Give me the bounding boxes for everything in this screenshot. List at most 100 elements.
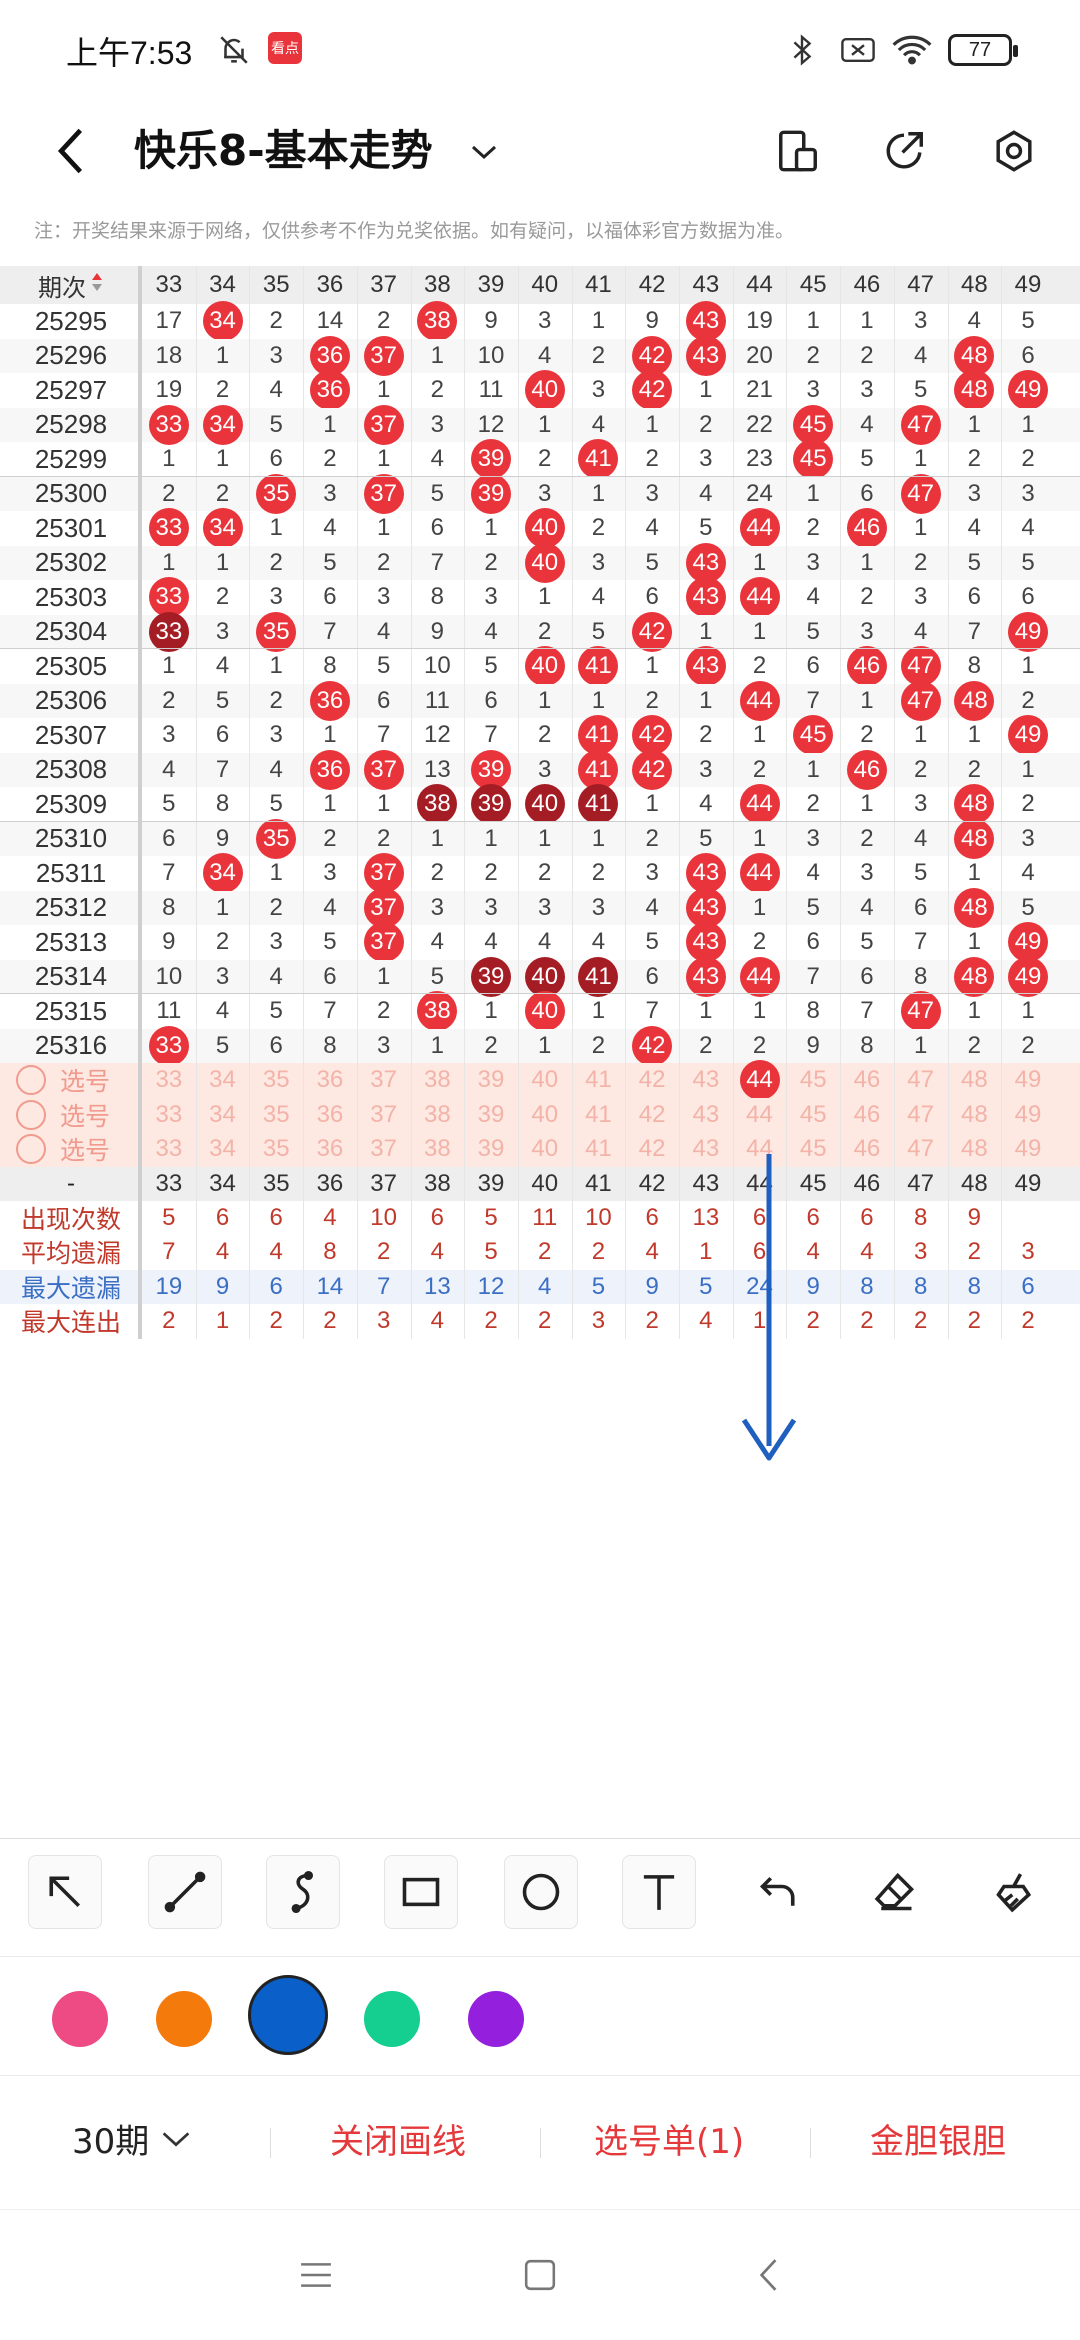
pen-color-green[interactable] bbox=[364, 1991, 420, 2047]
omission-value: 8 bbox=[806, 997, 820, 1025]
line-icon bbox=[164, 1871, 206, 1913]
pick-number[interactable]: 36 bbox=[303, 1098, 357, 1133]
pen-color-orange[interactable] bbox=[156, 1991, 212, 2047]
pick-number[interactable]: 42 bbox=[625, 1132, 679, 1167]
trend-table[interactable]: 期次 33 34 35 36 37 38 39 40 41 42 43 44 45 46 47 48 49 2529… bbox=[0, 266, 1080, 1838]
pick-number-selected[interactable]: 44 bbox=[739, 1060, 780, 1101]
settings-button[interactable] bbox=[982, 116, 1046, 186]
pick-number[interactable]: 43 bbox=[679, 1098, 733, 1133]
pick-number[interactable]: 38 bbox=[411, 1098, 465, 1133]
omission-value: 2 bbox=[699, 721, 713, 749]
golden-silver-button[interactable]: 金胆银胆 bbox=[870, 2114, 1006, 2163]
pick-number[interactable]: 40 bbox=[518, 1063, 572, 1098]
pick-number[interactable]: 48 bbox=[948, 1098, 1002, 1133]
pick-number[interactable]: 39 bbox=[464, 1063, 518, 1098]
pick-number[interactable]: 46 bbox=[840, 1063, 894, 1098]
pick-number[interactable]: 37 bbox=[357, 1063, 411, 1098]
line-tool-button[interactable] bbox=[148, 1855, 222, 1929]
pick-number[interactable]: 35 bbox=[249, 1063, 303, 1098]
pick-number[interactable]: 49 bbox=[1001, 1098, 1055, 1133]
pick-number[interactable]: 39 bbox=[464, 1098, 518, 1133]
pick-list-button[interactable]: 选号单(1) bbox=[594, 2114, 744, 2163]
pick-number[interactable]: 40 bbox=[518, 1098, 572, 1133]
arrow-tool-button[interactable] bbox=[28, 1855, 102, 1929]
pick-number[interactable]: 33 bbox=[142, 1098, 196, 1133]
undo-tool-button[interactable] bbox=[742, 1855, 816, 1929]
hit-ball: 44 bbox=[739, 784, 780, 825]
pick-number[interactable]: 48 bbox=[948, 1063, 1002, 1098]
pen-color-pink[interactable] bbox=[52, 1991, 108, 2047]
period-column-header[interactable]: 期次 bbox=[0, 266, 142, 304]
share-button[interactable] bbox=[872, 116, 936, 186]
pick-number[interactable]: 47 bbox=[894, 1098, 948, 1133]
pick-number[interactable]: 43 bbox=[679, 1132, 733, 1167]
pick-number[interactable]: 45 bbox=[786, 1063, 840, 1098]
home-nav-button[interactable] bbox=[510, 2250, 570, 2300]
pick-number[interactable]: 49 bbox=[1001, 1132, 1055, 1167]
pick-row-selector[interactable]: 选号 bbox=[10, 1063, 142, 1098]
pick-number[interactable]: 35 bbox=[249, 1098, 303, 1133]
grid-line bbox=[517, 266, 519, 1339]
pick-row-selector[interactable]: 选号 bbox=[10, 1098, 142, 1133]
pick-number[interactable]: 40 bbox=[518, 1132, 572, 1167]
pick-number[interactable]: 44 bbox=[733, 1132, 787, 1167]
hit-ball: 39 bbox=[471, 956, 512, 997]
text-tool-button[interactable] bbox=[622, 1855, 696, 1929]
pick-number[interactable]: 41 bbox=[572, 1132, 626, 1167]
back-button[interactable] bbox=[40, 116, 100, 186]
pick-number[interactable]: 41 bbox=[572, 1063, 626, 1098]
pick-number[interactable]: 36 bbox=[303, 1132, 357, 1167]
circle-tool-button[interactable] bbox=[504, 1855, 578, 1929]
pick-number[interactable]: 46 bbox=[840, 1098, 894, 1133]
omission-value: 2 bbox=[269, 686, 283, 714]
pick-number[interactable]: 45 bbox=[786, 1132, 840, 1167]
back-nav-button[interactable] bbox=[738, 2250, 798, 2300]
close-lines-button[interactable]: 关闭画线 bbox=[330, 2114, 466, 2163]
pick-number[interactable]: 34 bbox=[196, 1063, 250, 1098]
pick-number[interactable]: 33 bbox=[142, 1132, 196, 1167]
pick-number[interactable]: 35 bbox=[249, 1132, 303, 1167]
menu-nav-button[interactable] bbox=[286, 2250, 346, 2300]
pick-row-selector[interactable]: 选号 bbox=[10, 1132, 142, 1167]
pick-number[interactable]: 39 bbox=[464, 1132, 518, 1167]
clear-all-tool-button[interactable] bbox=[978, 1855, 1052, 1929]
pick-number[interactable]: 37 bbox=[357, 1098, 411, 1133]
pick-number[interactable]: 47 bbox=[894, 1132, 948, 1167]
omission-value: 1 bbox=[967, 859, 982, 887]
hit-ball: 45 bbox=[793, 715, 834, 756]
pick-number[interactable]: 47 bbox=[894, 1063, 948, 1098]
stat-value: 6 bbox=[1021, 1272, 1035, 1300]
omission-value: 2 bbox=[806, 514, 820, 542]
pick-number[interactable]: 38 bbox=[411, 1132, 465, 1167]
omission-value: 4 bbox=[591, 583, 606, 611]
pen-color-purple[interactable] bbox=[468, 1991, 524, 2047]
pick-number[interactable]: 43 bbox=[679, 1063, 733, 1098]
pick-number[interactable]: 41 bbox=[572, 1098, 626, 1133]
pick-number[interactable]: 38 bbox=[411, 1063, 465, 1098]
pick-number[interactable]: 42 bbox=[625, 1063, 679, 1098]
pick-number[interactable]: 34 bbox=[196, 1098, 250, 1133]
pick-number[interactable]: 45 bbox=[786, 1098, 840, 1133]
pen-color-blue-selected[interactable] bbox=[248, 1975, 328, 2055]
title-dropdown-button[interactable] bbox=[462, 130, 506, 174]
pick-number[interactable]: 34 bbox=[196, 1132, 250, 1167]
pick-number[interactable]: 33 bbox=[142, 1063, 196, 1098]
curve-tool-button[interactable] bbox=[266, 1855, 340, 1929]
pick-number[interactable]: 49 bbox=[1001, 1063, 1055, 1098]
pick-number[interactable]: 37 bbox=[357, 1132, 411, 1167]
stat-value: 2 bbox=[538, 1307, 552, 1335]
pick-number[interactable]: 44 bbox=[733, 1098, 787, 1133]
period-label: 25311 bbox=[35, 857, 107, 888]
column-header-34: 34 bbox=[209, 271, 236, 298]
pick-number[interactable]: 48 bbox=[948, 1132, 1002, 1167]
layout-toggle-button[interactable] bbox=[766, 116, 830, 186]
pick-number[interactable]: 42 bbox=[625, 1098, 679, 1133]
eraser-tool-button[interactable] bbox=[858, 1855, 932, 1929]
omission-value: 1 bbox=[484, 997, 498, 1025]
pick-number[interactable]: 46 bbox=[840, 1132, 894, 1167]
rectangle-tool-button[interactable] bbox=[384, 1855, 458, 1929]
pick-number[interactable]: 36 bbox=[303, 1063, 357, 1098]
omission-value: 4 bbox=[215, 997, 230, 1025]
period-select[interactable]: 30期 bbox=[72, 2114, 191, 2163]
text-icon bbox=[643, 1875, 675, 1910]
